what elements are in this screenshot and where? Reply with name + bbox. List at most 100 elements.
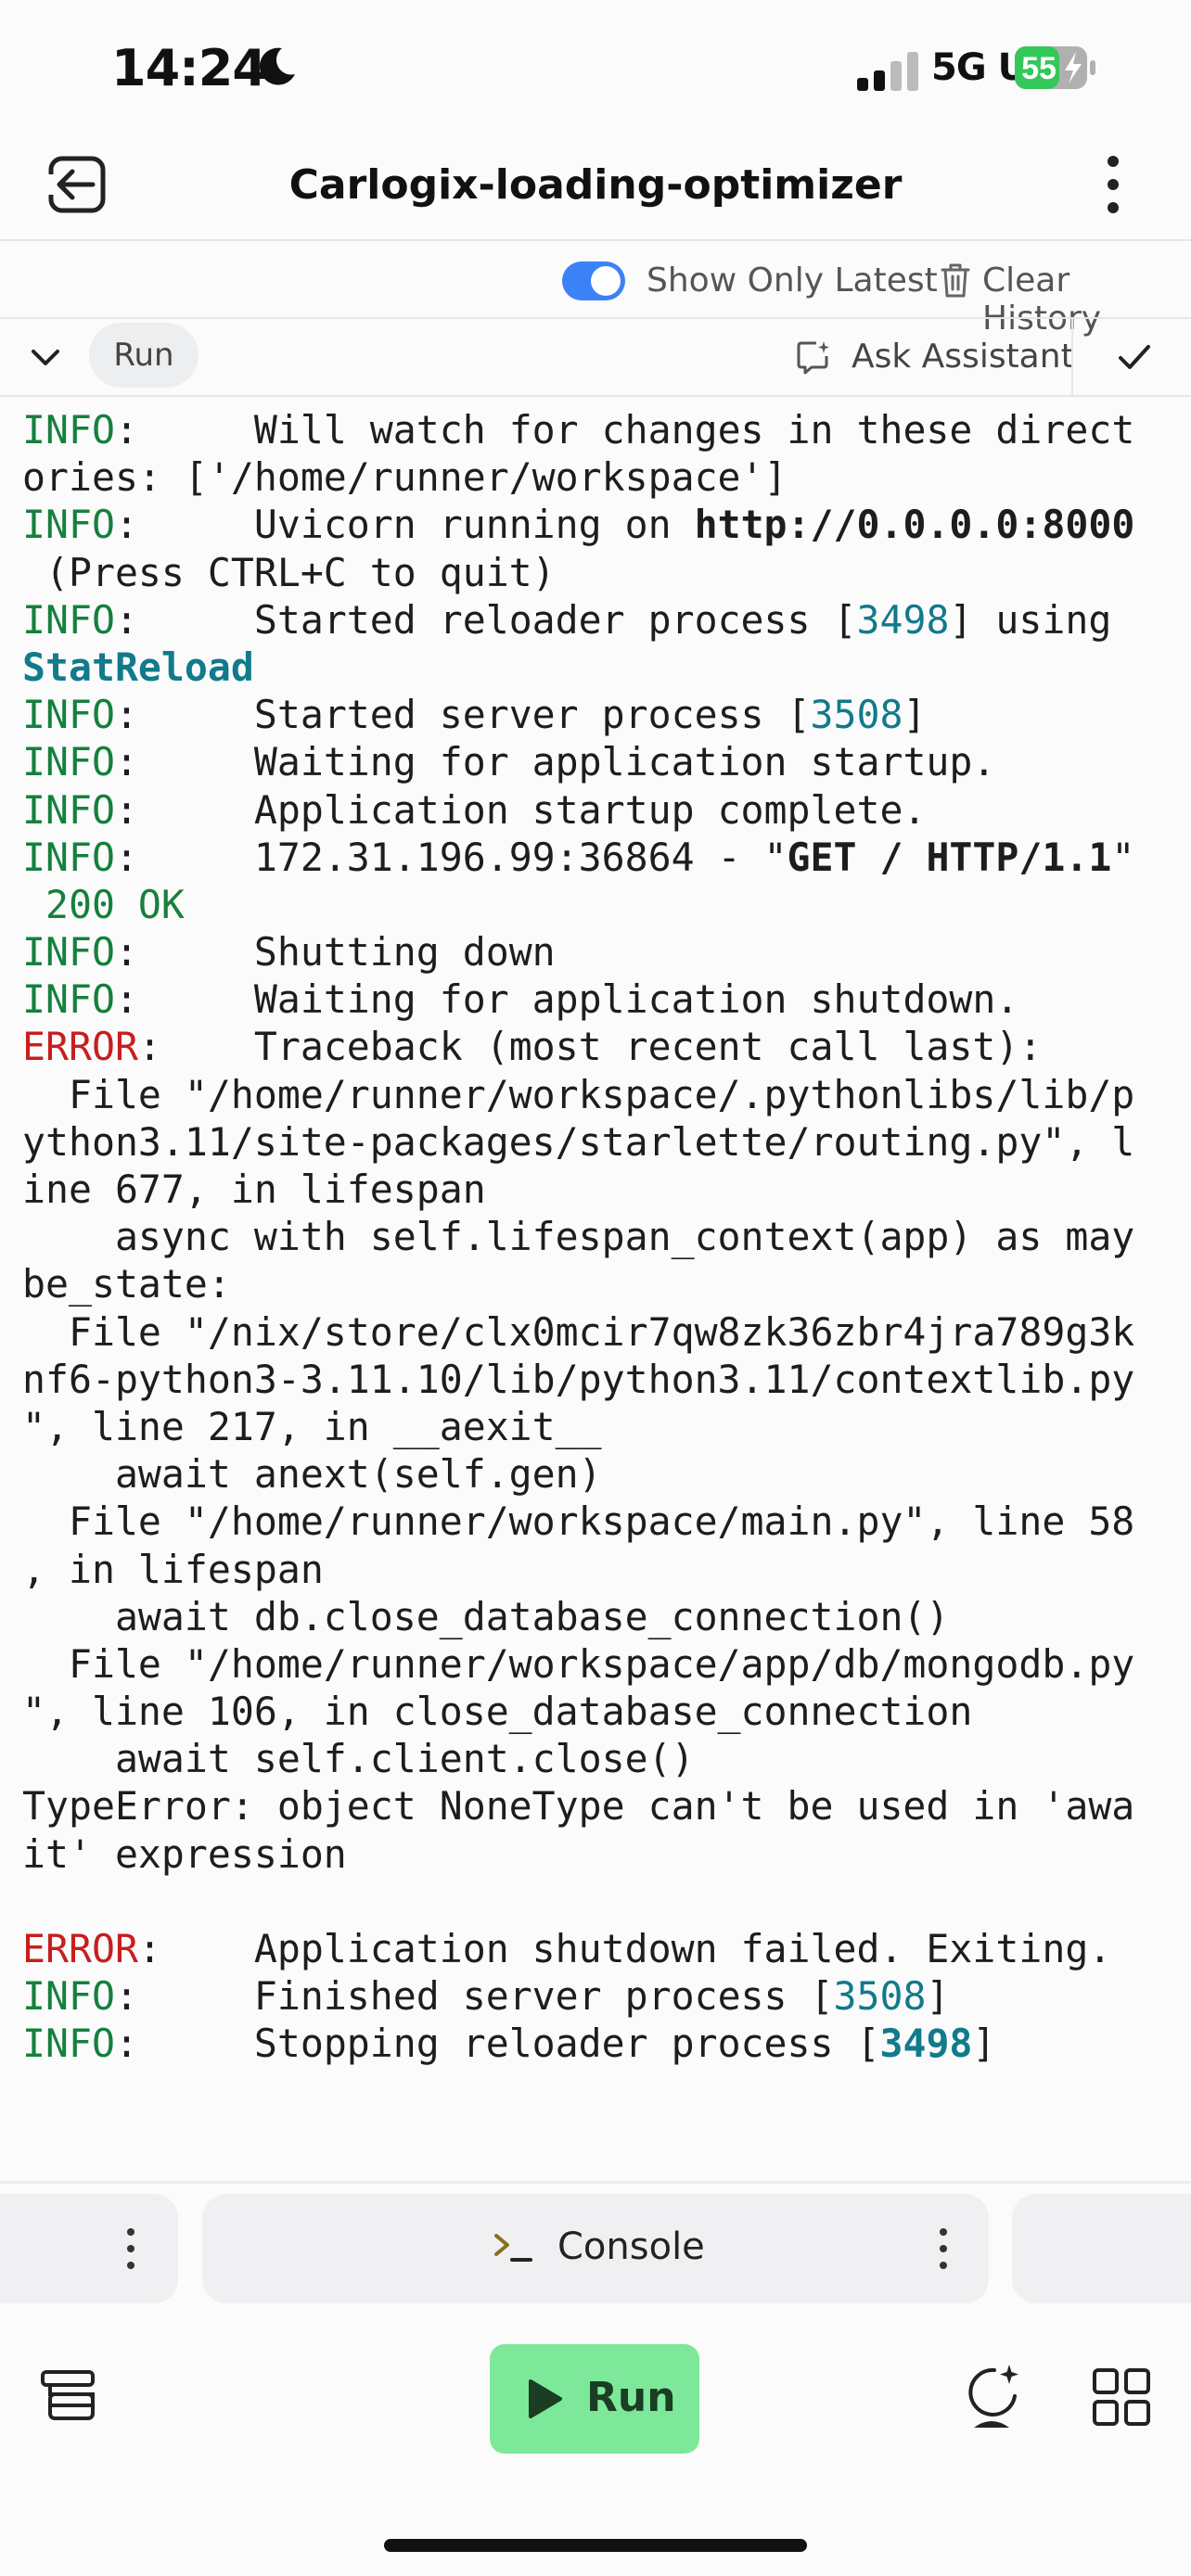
log-level: INFO xyxy=(22,502,115,548)
log-level: INFO xyxy=(22,976,115,1023)
log-line: async with self.lifespan_context(app) as… xyxy=(22,1213,1172,1260)
ask-assistant-button[interactable]: Ask Assistant xyxy=(852,338,1074,376)
log-text: : Waiting for application shutdown. xyxy=(114,976,1019,1023)
log-level: ERROR xyxy=(22,1024,138,1070)
log-text: ine 677, in lifespan xyxy=(22,1167,486,1212)
console-log-output: INFO: Will watch for changes in these di… xyxy=(22,406,1172,2068)
run-button-label: Run xyxy=(586,2374,676,2421)
battery-level: 55 xyxy=(1021,51,1057,86)
trash-icon[interactable] xyxy=(939,261,972,299)
log-level: INFO xyxy=(22,929,115,976)
log-text: : Application startup complete. xyxy=(114,786,927,833)
log-text: 3508 xyxy=(833,1973,927,2020)
log-line: File "/home/runner/workspace/app/db/mong… xyxy=(22,1640,1172,1688)
log-text: await anext(self.gen) xyxy=(22,1451,602,1498)
more-vertical-icon[interactable] xyxy=(1095,152,1132,217)
log-text: ython3.11/site-packages/starlette/routin… xyxy=(22,1118,1135,1165)
log-line: INFO: Stopping reloader process [3498] xyxy=(22,2020,1172,2067)
layers-icon[interactable] xyxy=(39,2366,96,2424)
log-text: 3498 xyxy=(856,596,950,643)
log-level: INFO xyxy=(22,1973,115,2020)
console-tab-label: Console xyxy=(557,2225,705,2268)
moon-icon xyxy=(259,47,295,85)
log-line: be_state: xyxy=(22,1260,1172,1307)
log-text: GET / HTTP/1.1 xyxy=(787,834,1112,880)
log-line: ERROR: Application shutdown failed. Exit… xyxy=(22,1925,1172,1972)
divider xyxy=(0,395,1191,397)
log-line: await self.client.close() xyxy=(22,1735,1172,1782)
log-line: INFO: Application startup complete. xyxy=(22,786,1172,834)
log-level: ERROR xyxy=(22,1926,138,1971)
ask-assistant-icon[interactable] xyxy=(796,339,831,375)
log-text: ories: ['/home/runner/workspace'] xyxy=(22,454,788,501)
log-text: http://0.0.0.0:8000 xyxy=(694,502,1135,548)
log-line: (Press CTRL+C to quit) xyxy=(22,549,1172,596)
run-chip[interactable]: Run xyxy=(89,323,198,388)
log-line: ython3.11/site-packages/starlette/routin… xyxy=(22,1118,1172,1166)
log-line: INFO: Started reloader process [3498] us… xyxy=(22,596,1172,644)
log-line: INFO: Finished server process [3508] xyxy=(22,1972,1172,2020)
log-line: File "/home/runner/workspace/main.py", l… xyxy=(22,1498,1172,1545)
log-text: be_state: xyxy=(22,1261,231,1307)
log-text: ", line 217, in __aexit__ xyxy=(22,1403,602,1449)
log-text: nf6-python3-3.11.10/lib/python3.11/conte… xyxy=(22,1356,1135,1402)
log-line: INFO: Started server process [3508] xyxy=(22,691,1172,738)
log-line: ories: ['/home/runner/workspace'] xyxy=(22,453,1172,501)
log-level: INFO xyxy=(22,596,115,643)
log-line: ERROR: Traceback (most recent call last)… xyxy=(22,1023,1172,1070)
log-text: : Traceback (most recent call last): xyxy=(137,1024,1043,1070)
toggle-knob xyxy=(591,266,621,296)
check-icon[interactable] xyxy=(1115,338,1154,376)
tab-previous[interactable] xyxy=(0,2194,178,2303)
log-line: INFO: Waiting for application shutdown. xyxy=(22,976,1172,1023)
log-text: : Finished server process [ xyxy=(114,1973,834,2020)
app-header: Carlogix-loading-optimizer xyxy=(0,139,1191,241)
log-text: : Waiting for application startup. xyxy=(114,739,996,785)
toolbar-separator xyxy=(1071,319,1073,397)
log-text: await db.close_database_connection() xyxy=(22,1593,950,1639)
log-text: : Started server process [ xyxy=(114,692,811,738)
log-level: INFO xyxy=(22,2021,115,2067)
log-line: TypeError: object NoneType can't be used… xyxy=(22,1782,1172,1830)
log-text: (Press CTRL+C to quit) xyxy=(22,549,556,595)
log-line: INFO: Waiting for application startup. xyxy=(22,738,1172,785)
bottom-nav: Run xyxy=(0,2318,1191,2485)
tab-next[interactable] xyxy=(1012,2194,1191,2303)
log-line: INFO: Will watch for changes in these di… xyxy=(22,406,1172,453)
pane-tab-strip: Console xyxy=(0,2194,1191,2303)
log-text: ] xyxy=(903,692,927,738)
log-line: ine 677, in lifespan xyxy=(22,1166,1172,1213)
log-text: : Application shutdown failed. Exiting. xyxy=(137,1926,1112,1971)
log-line: it' expression xyxy=(22,1830,1172,1878)
more-vertical-icon[interactable] xyxy=(126,2227,135,2270)
divider xyxy=(0,2181,1191,2184)
grid-icon[interactable] xyxy=(1091,2366,1152,2428)
log-text: 3508 xyxy=(810,692,903,738)
show-only-latest-toggle[interactable] xyxy=(562,261,625,300)
log-text: 3498 xyxy=(879,2021,973,2067)
show-only-latest-label[interactable]: Show Only Latest xyxy=(647,261,938,300)
log-text: : Uvicorn running on xyxy=(114,502,695,548)
log-level: INFO xyxy=(22,692,115,738)
log-text: File "/nix/store/clx0mcir7qw8zk36zbr4jra… xyxy=(22,1308,1135,1355)
log-text: async with self.lifespan_context(app) as… xyxy=(22,1214,1135,1260)
more-vertical-icon[interactable] xyxy=(939,2227,948,2270)
log-level: INFO xyxy=(22,739,115,785)
chevron-down-icon[interactable] xyxy=(26,338,65,376)
tab-console[interactable]: Console xyxy=(202,2194,989,2303)
log-text: , in lifespan xyxy=(22,1546,324,1592)
log-line: INFO: 172.31.196.99:36864 - "GET / HTTP/… xyxy=(22,834,1172,881)
console-prompt-icon xyxy=(494,2234,532,2262)
log-text: : 172.31.196.99:36864 - " xyxy=(114,834,788,880)
log-text: StatReload xyxy=(22,644,254,690)
log-level: INFO xyxy=(22,834,115,880)
ai-assistant-icon[interactable] xyxy=(963,2363,1020,2429)
log-text: File "/home/runner/workspace/main.py", l… xyxy=(22,1498,1135,1545)
log-text: File "/home/runner/workspace/.pythonlibs… xyxy=(22,1071,1135,1117)
status-bar: 14:24 5G UC 55 xyxy=(0,0,1191,139)
run-button[interactable]: Run xyxy=(490,2344,699,2454)
battery-charging-icon: 55 xyxy=(1015,46,1095,89)
log-line: StatReload xyxy=(22,644,1172,691)
log-line: ", line 217, in __aexit__ xyxy=(22,1403,1172,1450)
